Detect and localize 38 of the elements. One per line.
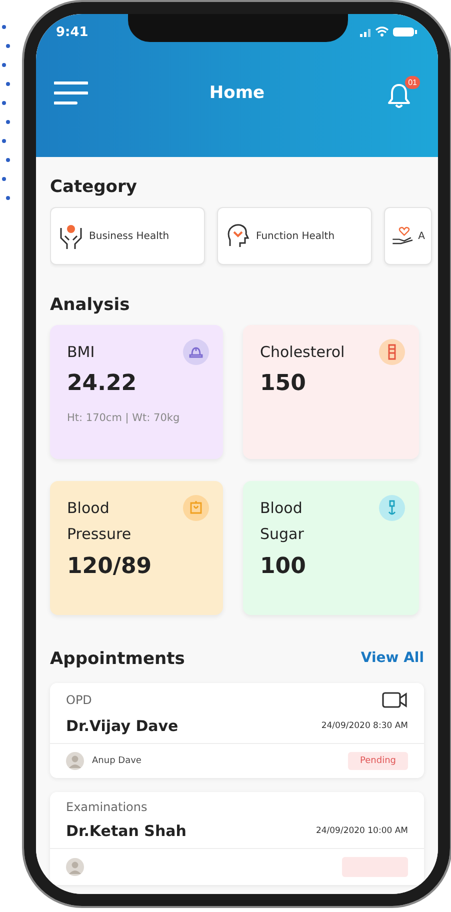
category-chip[interactable]: Business Health: [50, 207, 205, 265]
appointment-card[interactable]: OPD Dr.Vijay Dave 24/09/2020 8:30 AM Anup Dave Pending: [50, 683, 424, 778]
doctor-name: Dr.Ketan Shah: [66, 822, 186, 840]
metric-name: Blood Sugar: [260, 498, 304, 546]
appointment-type: OPD: [66, 693, 92, 707]
page-title: Home: [209, 83, 265, 103]
metric-card[interactable]: Cholesterol 150: [243, 325, 419, 459]
section-title: Appointments: [50, 649, 185, 669]
notification-badge: 01: [405, 76, 420, 89]
appointment-datetime: 24/09/2020 10:00 AM: [316, 826, 408, 836]
avatar-icon: [66, 858, 84, 876]
metric-value: 24.22: [67, 371, 138, 396]
appointment-card[interactable]: Examinations Dr.Ketan Shah 24/09/2020 10:00 AM: [50, 792, 424, 885]
metric-value: 150: [260, 371, 307, 396]
doctor-name: Dr.Vijay Dave: [66, 717, 178, 735]
metric-card[interactable]: BMI 24.22 Ht: 170cm | Wt: 70kg: [50, 325, 223, 459]
status-tag: Pending: [348, 752, 408, 770]
metric-detail: Ht: 170cm | Wt: 70kg: [67, 412, 181, 424]
metric-name: BMI: [67, 342, 95, 363]
status-tag: [342, 857, 408, 877]
metric-value: 120/89: [67, 554, 153, 578]
section-title: Category: [50, 177, 138, 197]
section-title: Analysis: [50, 295, 131, 315]
patient-name: Anup Dave: [92, 756, 142, 766]
menu-button[interactable]: [54, 80, 88, 106]
category-chip[interactable]: Function Health: [217, 207, 372, 265]
appointment-datetime: 24/09/2020 8:30 AM: [321, 721, 408, 731]
status-icons: [360, 26, 418, 38]
metric-card[interactable]: Blood Pressure 120/89: [50, 481, 223, 615]
status-time: 9:41: [56, 24, 88, 40]
category-chip[interactable]: A: [384, 207, 432, 265]
appointment-type: Examinations: [66, 800, 148, 814]
metric-value: 100: [260, 554, 307, 578]
view-all-link[interactable]: View All: [360, 650, 424, 666]
metric-name: Blood Pressure: [67, 498, 132, 546]
avatar-icon: [66, 752, 84, 770]
metric-card[interactable]: Blood Sugar 100: [243, 481, 419, 615]
metric-name: Cholesterol: [260, 342, 345, 363]
